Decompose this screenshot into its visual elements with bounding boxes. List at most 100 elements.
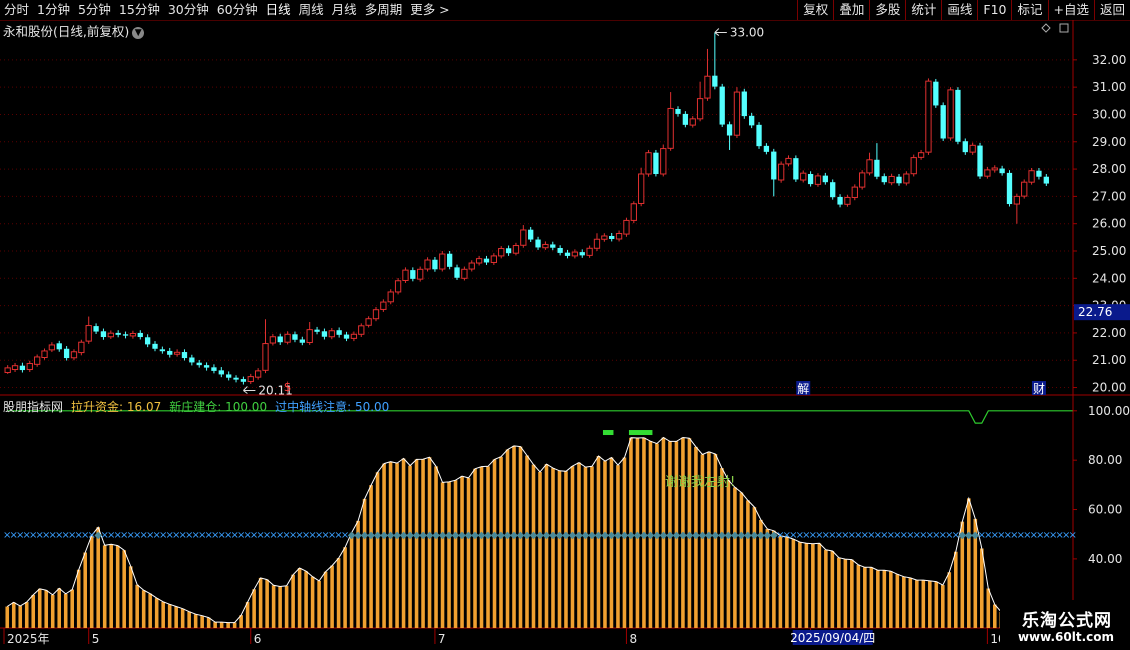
candle — [454, 264, 460, 280]
candle — [284, 331, 291, 345]
indicator-green-block — [602, 430, 614, 436]
candle-body — [830, 182, 836, 198]
candle-body — [822, 175, 828, 183]
candle-body — [33, 356, 41, 365]
candle-body — [814, 175, 822, 185]
candle — [387, 289, 394, 305]
candle — [203, 362, 210, 371]
candle — [814, 173, 822, 187]
candle-body — [314, 329, 320, 332]
candle-body — [439, 253, 446, 270]
candle-body — [1021, 181, 1028, 197]
candle-body — [881, 176, 887, 183]
candle-body — [630, 203, 637, 221]
candle-body — [756, 124, 762, 147]
candle — [645, 149, 652, 177]
candle — [498, 246, 505, 259]
candle — [122, 331, 129, 339]
candle — [247, 373, 254, 384]
candle — [78, 339, 85, 356]
candle — [321, 328, 328, 340]
candle-body — [336, 330, 342, 335]
candle-body — [749, 115, 755, 126]
candle-body — [564, 252, 571, 256]
candle — [520, 225, 527, 248]
candle — [682, 111, 689, 128]
candle-body — [933, 81, 939, 106]
candle — [675, 106, 681, 117]
candle — [830, 179, 836, 200]
candle-body — [947, 89, 954, 139]
candle-body — [955, 89, 961, 142]
candle — [490, 253, 498, 265]
candle-body — [542, 243, 549, 249]
candle-body — [689, 118, 696, 126]
candle — [615, 230, 623, 242]
candle-body — [1006, 172, 1013, 205]
candle-body — [793, 158, 799, 180]
candle — [254, 368, 262, 380]
candle — [181, 349, 188, 361]
candle-body — [11, 365, 19, 371]
candle-body — [321, 331, 328, 337]
indicator-watermark: 谢谢我左射! — [665, 474, 735, 490]
chevron-down-icon[interactable]: ▼ — [132, 27, 145, 39]
candle — [402, 267, 409, 283]
event-marker-unlock: 解 — [797, 382, 809, 396]
stock-title[interactable]: 永和股份(日线,前复权) ▼ — [3, 21, 145, 40]
candle — [100, 328, 107, 340]
candle — [48, 342, 56, 353]
candle — [306, 322, 313, 345]
candle-body — [925, 80, 932, 153]
candle-body — [129, 332, 137, 337]
candle — [512, 242, 520, 256]
candle-body — [306, 329, 313, 343]
current-price-label: 22.76 — [1078, 305, 1112, 319]
candle-body — [557, 247, 563, 253]
cursor-date-label: 2025/09/04/四 — [790, 631, 875, 645]
indicator-axis: 20.0040.0060.0080.00100.00 — [1073, 404, 1130, 615]
candle — [424, 257, 431, 272]
candle-body — [800, 172, 807, 181]
low-arrow-icon — [243, 386, 256, 394]
candle-body — [785, 157, 792, 165]
candle-body — [910, 157, 917, 175]
price-tick-label: 25.00 — [1092, 244, 1126, 258]
high-label: 33.00 — [730, 26, 764, 40]
candle — [977, 142, 983, 179]
candle-body — [940, 105, 946, 139]
candle — [940, 102, 946, 141]
candle-body — [991, 167, 998, 171]
candle-body — [196, 362, 202, 366]
candle — [660, 144, 667, 177]
candle-body — [638, 173, 645, 204]
indicator-name[interactable]: 股朋指标网 — [3, 400, 63, 414]
candle — [933, 78, 939, 108]
high-arrow-icon — [714, 28, 727, 36]
candle — [152, 341, 158, 352]
candle — [417, 266, 424, 282]
indicator-series-2: 过中轴线注意: 50.00 — [275, 400, 390, 414]
candle — [262, 319, 269, 374]
candle-body — [777, 163, 785, 181]
candle — [955, 87, 961, 145]
candle-body — [726, 124, 733, 136]
candle — [269, 334, 277, 346]
candle — [726, 121, 733, 150]
candle-body — [181, 352, 188, 359]
candle-body — [277, 336, 283, 343]
candle — [240, 376, 247, 385]
candle — [226, 371, 232, 381]
candle-body — [696, 98, 704, 120]
candle — [800, 170, 807, 183]
candle — [696, 81, 704, 122]
candle-body — [593, 238, 601, 249]
candle-body — [667, 107, 674, 149]
candle-body — [615, 233, 623, 240]
indicator-green-block — [628, 430, 653, 436]
candle-body — [512, 245, 520, 254]
candle-body — [424, 259, 431, 270]
candle-body — [93, 326, 99, 332]
candle-body — [1036, 170, 1042, 177]
candle — [542, 241, 549, 250]
